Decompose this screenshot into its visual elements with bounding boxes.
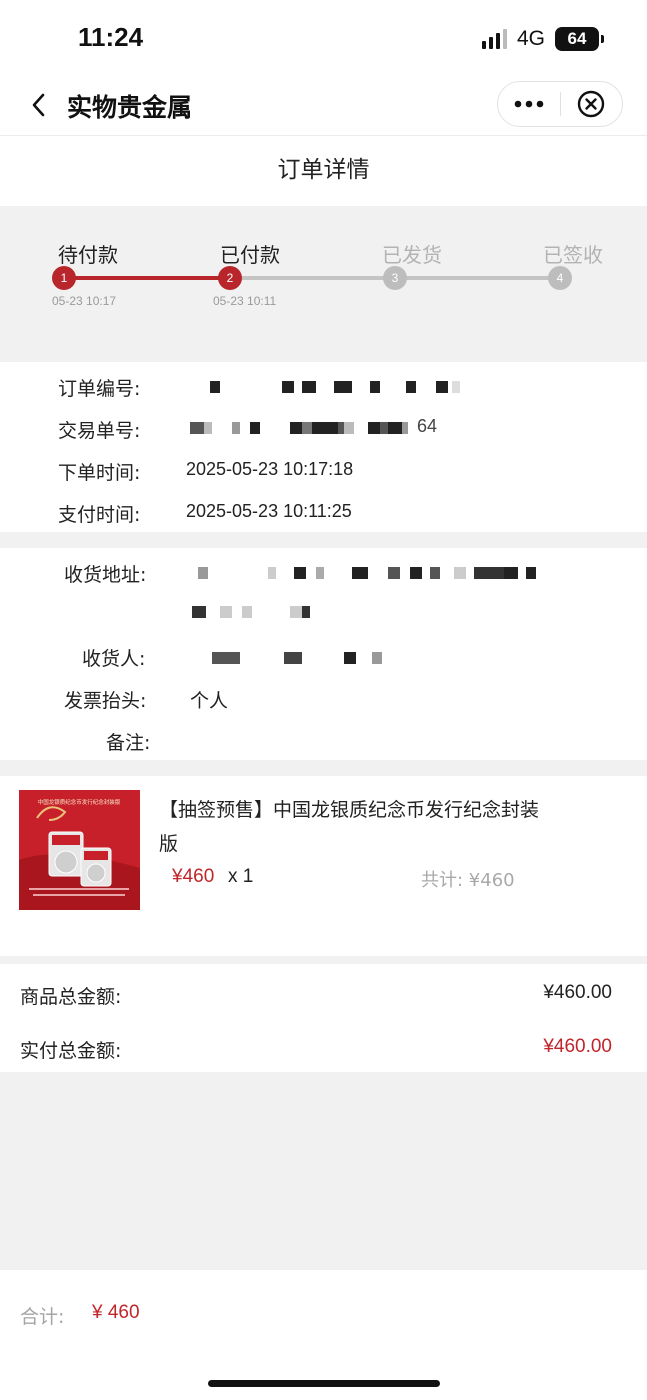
more-button[interactable] (498, 82, 560, 126)
back-button[interactable] (22, 88, 56, 122)
nav-title: 实物贵金属 (67, 93, 193, 122)
order-no-value-masked (210, 381, 460, 393)
trade-no-value-masked (190, 422, 408, 434)
trade-no-label: 交易单号: (58, 420, 141, 442)
footer-total-label: 合计: (20, 1306, 65, 1328)
paid-total-value: ¥460.00 (543, 1036, 612, 1057)
product-thumbnail: 中国龙银质纪念币发行纪念封装版 (19, 790, 140, 910)
address-line2-masked (192, 606, 310, 618)
step-dot-4: 4 (548, 266, 572, 290)
trade-no-tail: 64 (417, 416, 438, 436)
invoice-label: 发票抬头: (64, 690, 147, 712)
section-gap (0, 956, 647, 964)
invoice-value: 个人 (190, 690, 229, 712)
step-time-1: 05-23 10:17 (52, 294, 117, 308)
address-label: 收货地址: (64, 564, 147, 586)
remark-label: 备注: (106, 732, 151, 754)
step-label-shipped: 已发货 (382, 243, 442, 267)
receiver-label: 收货人: (82, 648, 146, 670)
footer-total-value: ¥ 460 (92, 1302, 140, 1323)
summary-section: 商品总金额: ¥460.00 实付总金额: ¥460.00 (0, 964, 647, 1072)
progress-track-done (64, 276, 230, 280)
step-label-unpaid: 待付款 (58, 243, 118, 267)
page-title: 订单详情 (277, 157, 370, 183)
close-button[interactable] (561, 82, 623, 126)
goods-total-label: 商品总金额: (20, 986, 122, 1008)
home-indicator[interactable] (208, 1380, 440, 1387)
product-quantity: x 1 (228, 866, 254, 887)
status-bar: 11:24 4G 64 (0, 0, 647, 76)
status-time: 11:24 (78, 22, 144, 52)
product-subtotal: 共计: ¥460 (421, 870, 515, 891)
step-label-received: 已签收 (543, 243, 603, 267)
step-dot-1: 1 (52, 266, 76, 290)
chevron-left-icon (32, 93, 45, 117)
section-gap (0, 532, 647, 548)
status-right: 4G 64 (481, 26, 604, 52)
product-title[interactable]: 【抽签预售】中国龙银质纪念币发行纪念封装版 (159, 793, 539, 861)
nav-bar: 实物贵金属 (0, 76, 647, 136)
mini-program-capsule (497, 81, 623, 127)
step-time-2: 05-23 10:11 (213, 294, 277, 308)
shipping-section: 收货地址: 收货人: 发票抬头: 个人 备注: (0, 548, 647, 760)
more-dots-icon (514, 100, 544, 108)
pay-time-value: 2025-05-23 10:11:25 (186, 501, 352, 521)
goods-total-value: ¥460.00 (543, 982, 612, 1003)
order-time-value: 2025-05-23 10:17:18 (186, 459, 354, 479)
order-progress: 待付款 1 05-23 10:17 已付款 2 05-23 10:11 已发货 … (0, 206, 647, 362)
close-circle-icon (578, 90, 605, 118)
order-info-section: 订单编号: 交易单号: 64 下单时间: 2025-05-23 10:17:18… (0, 362, 647, 532)
product-price: ¥460 (172, 866, 215, 887)
network-type: 4G (516, 27, 545, 50)
battery-icon: 64 (555, 27, 604, 51)
paid-total-label: 实付总金额: (20, 1040, 122, 1062)
signal-icon (481, 29, 507, 49)
receiver-masked (212, 652, 382, 664)
page-background (0, 1072, 647, 1270)
step-dot-3: 3 (383, 266, 407, 290)
product-image-caption: 中国龙银质纪念币发行纪念封装版 (38, 798, 121, 806)
step-dot-2: 2 (218, 266, 242, 290)
address-line1-masked (198, 567, 536, 579)
footer-bar: 合计: ¥ 460 (0, 1270, 647, 1400)
step-label-paid: 已付款 (220, 243, 280, 267)
order-time-label: 下单时间: (58, 462, 141, 484)
product-image[interactable]: 中国龙银质纪念币发行纪念封装版 (19, 790, 140, 910)
pay-time-label: 支付时间: (58, 504, 141, 526)
order-no-label: 订单编号: (58, 378, 141, 400)
section-gap (0, 760, 647, 776)
